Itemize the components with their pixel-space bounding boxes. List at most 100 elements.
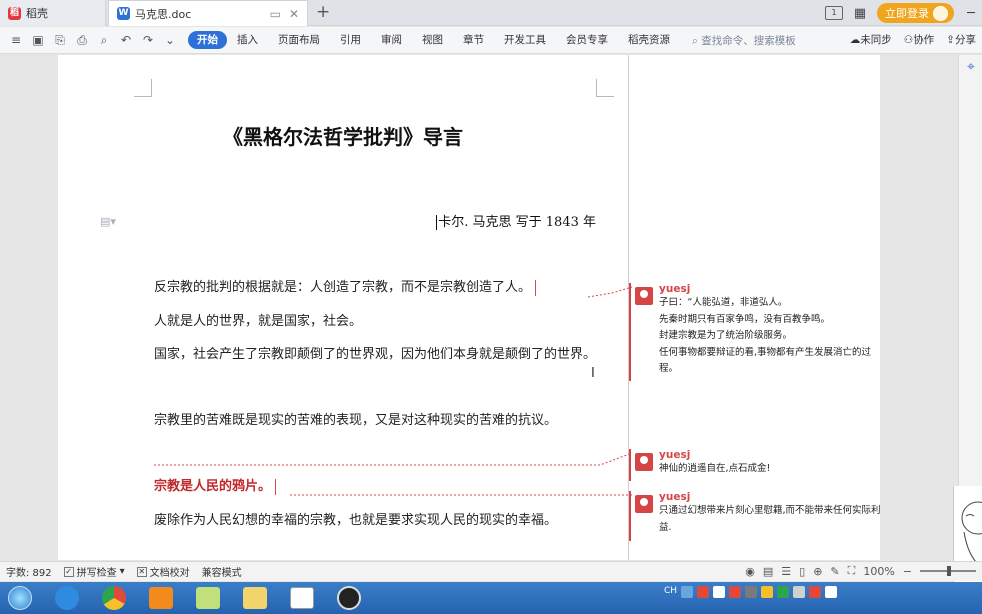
chevron-down-icon: ▾: [119, 566, 125, 577]
export-pdf-icon[interactable]: ⎘: [52, 33, 68, 48]
zoom-out-icon[interactable]: −: [903, 565, 912, 578]
login-button[interactable]: 立即登录: [877, 3, 954, 23]
save-icon[interactable]: ▣: [30, 33, 46, 48]
page-indicator[interactable]: 1: [825, 6, 843, 20]
preview-icon[interactable]: ⌕: [96, 33, 112, 48]
tray-icon[interactable]: [793, 586, 806, 598]
start-button[interactable]: [0, 583, 40, 613]
command-search[interactable]: ⌕ 查找命令、搜索模板: [692, 33, 796, 48]
comment-card[interactable]: yuesj 子曰：“人能弘道，非道弘人。 先秦时期只有百家争鸣，没有百教争鸣。 …: [629, 283, 881, 381]
tray-icon[interactable]: [745, 586, 758, 598]
location-pin-icon[interactable]: ⌖: [963, 59, 979, 75]
tray-icon[interactable]: [809, 586, 822, 598]
tray-lang[interactable]: CH: [664, 586, 677, 598]
tab-docer-home[interactable]: 稻 稻壳: [0, 0, 106, 26]
highlighted-paragraph[interactable]: 宗教是人民的鸦片。: [154, 470, 604, 503]
share-button[interactable]: ⇪分享: [946, 32, 976, 47]
tab-insert[interactable]: 插入: [227, 31, 268, 49]
taskbar-app-sogou[interactable]: [47, 583, 87, 613]
spell-check-label: 拼写检查: [76, 568, 117, 579]
tray-icon[interactable]: [729, 586, 742, 598]
undo-icon[interactable]: ↶: [118, 33, 134, 48]
document-page[interactable]: 《黑格尔法哲学批判》导言 ▤▾ 卡尔. 马克思 写于 1843 年 反宗教的批判…: [58, 55, 628, 560]
tab-bar: 稻 稻壳 W 马克思.doc ▭ ✕ + 1 ▦ 立即登录 ─: [0, 0, 982, 26]
proofread-toggle[interactable]: ✕ 文档校对: [136, 564, 190, 579]
zoom-level[interactable]: 100%: [863, 565, 894, 578]
margin-corner-marker: [596, 79, 614, 97]
tab-home[interactable]: 开始: [188, 31, 227, 49]
taskbar-app-chrome[interactable]: [94, 583, 134, 613]
author-line[interactable]: 卡尔. 马克思 写于 1843 年: [436, 211, 596, 230]
comment-text: 神仙的逍遥自在,点石成金!: [659, 463, 771, 474]
taskbar-app-wps[interactable]: [282, 583, 322, 613]
document-icon: [290, 587, 314, 609]
taskbar-app-obs[interactable]: [329, 583, 369, 613]
user-avatar-icon: [635, 287, 653, 305]
close-tab-icon[interactable]: ✕: [289, 7, 299, 21]
collaborate-button[interactable]: ⚇协作: [904, 32, 934, 47]
sync-status-button[interactable]: ☁未同步: [850, 32, 892, 47]
paragraph-text: 人就是人的世界，就是国家，社会。: [154, 314, 363, 329]
sogou-icon: [55, 586, 79, 610]
apps-grid-icon[interactable]: ▦: [853, 6, 867, 21]
tray-icon[interactable]: [697, 586, 710, 598]
tab-section[interactable]: 章节: [453, 31, 494, 49]
paragraph[interactable]: 反宗教的批判的根据就是：人创造了宗教，而不是宗教创造了人。: [154, 271, 604, 304]
tray-icon[interactable]: [761, 586, 774, 598]
document-title[interactable]: 《黑格尔法哲学批判》导言: [58, 121, 628, 150]
paragraph[interactable]: 废除作为人民幻想的幸福的宗教，也就是要求实现人民的现实的幸福。: [154, 504, 604, 537]
comment-card[interactable]: yuesj 只通过幻想带来片刻心里慰籍,而不能带来任何实际利益.: [629, 491, 881, 541]
right-side-panel: ⌖: [958, 55, 982, 560]
tray-icon[interactable]: [777, 586, 790, 598]
word-count[interactable]: 字数: 892: [6, 564, 52, 579]
obs-icon: [337, 586, 361, 610]
author-text: 卡尔. 马克思 写于 1843 年: [438, 215, 596, 230]
tab-references[interactable]: 引用: [330, 31, 371, 49]
tab-page-layout[interactable]: 页面布局: [268, 31, 330, 49]
tray-icon[interactable]: [713, 586, 726, 598]
paragraph[interactable]: 宗教里的苦难既是现实的苦难的表现，又是对这种现实的苦难的抗议。: [154, 404, 604, 437]
paragraph-text: 宗教里的苦难既是现实的苦难的表现，又是对这种现实的苦难的抗议。: [154, 413, 558, 428]
comment-text: 只通过幻想带来片刻心里慰籍,而不能带来任何实际利益.: [659, 505, 881, 533]
spell-check-toggle[interactable]: ✓ 拼写检查 ▾: [63, 564, 125, 579]
redo-icon[interactable]: ↷: [140, 33, 156, 48]
page-view-icon[interactable]: ▤: [763, 565, 773, 578]
eye-protection-icon[interactable]: ◉: [745, 565, 755, 578]
minimize-icon[interactable]: ─: [964, 6, 978, 21]
taskbar-app-orange[interactable]: [141, 583, 181, 613]
comment-card[interactable]: yuesj 神仙的逍遥自在,点石成金!: [629, 449, 881, 481]
share-icon: ⇪: [946, 34, 955, 46]
checkbox-icon: ✓: [63, 566, 74, 577]
outline-view-icon[interactable]: ☰: [781, 565, 791, 578]
app-icon: [149, 587, 173, 609]
web-view-icon[interactable]: ⊕: [813, 565, 822, 578]
chevron-down-icon[interactable]: ⌄: [162, 33, 178, 48]
tab-member[interactable]: 会员专享: [556, 31, 618, 49]
taskbar-app-folder-notes[interactable]: [188, 583, 228, 613]
writing-mode-icon[interactable]: ✎: [830, 565, 839, 578]
ribbon: ≡ ▣ ⎘ ⎙ ⌕ ↶ ↷ ⌄ 开始 插入 页面布局 引用 审阅 视图 章节 开…: [0, 27, 982, 54]
document-canvas[interactable]: 《黑格尔法哲学批判》导言 ▤▾ 卡尔. 马克思 写于 1843 年 反宗教的批判…: [0, 55, 982, 560]
tab-docer-resources[interactable]: 稻壳资源: [618, 31, 680, 49]
tab-view[interactable]: 视图: [412, 31, 453, 49]
tray-icon[interactable]: [681, 586, 694, 598]
tab-review[interactable]: 审阅: [371, 31, 412, 49]
paragraph-text: 国家，社会产生了宗教即颠倒了的世界观，因为他们本身就是颠倒了的世界。: [154, 347, 597, 362]
word-doc-icon: W: [117, 7, 130, 20]
reading-view-icon[interactable]: ▯: [799, 565, 805, 578]
tray-icon[interactable]: [825, 586, 838, 598]
menu-icon[interactable]: ≡: [8, 33, 24, 48]
tab-document[interactable]: W 马克思.doc ▭ ✕: [108, 0, 308, 26]
paragraph-menu-icon[interactable]: ▤▾: [100, 215, 116, 228]
taskbar-app-explorer[interactable]: [235, 583, 275, 613]
comment-bar: [629, 283, 631, 381]
print-icon[interactable]: ⎙: [74, 33, 90, 48]
pin-tab-icon[interactable]: ▭: [270, 7, 281, 21]
paragraph[interactable]: 国家，社会产生了宗教即颠倒了的世界观，因为他们本身就是颠倒了的世界。: [154, 338, 604, 371]
new-tab-button[interactable]: +: [316, 2, 330, 22]
zoom-slider[interactable]: [920, 566, 976, 576]
fit-page-icon[interactable]: ⛶: [848, 564, 856, 578]
command-search-placeholder: 查找命令、搜索模板: [701, 34, 796, 47]
tab-developer[interactable]: 开发工具: [494, 31, 556, 49]
paragraph[interactable]: 人就是人的世界，就是国家，社会。: [154, 305, 604, 338]
